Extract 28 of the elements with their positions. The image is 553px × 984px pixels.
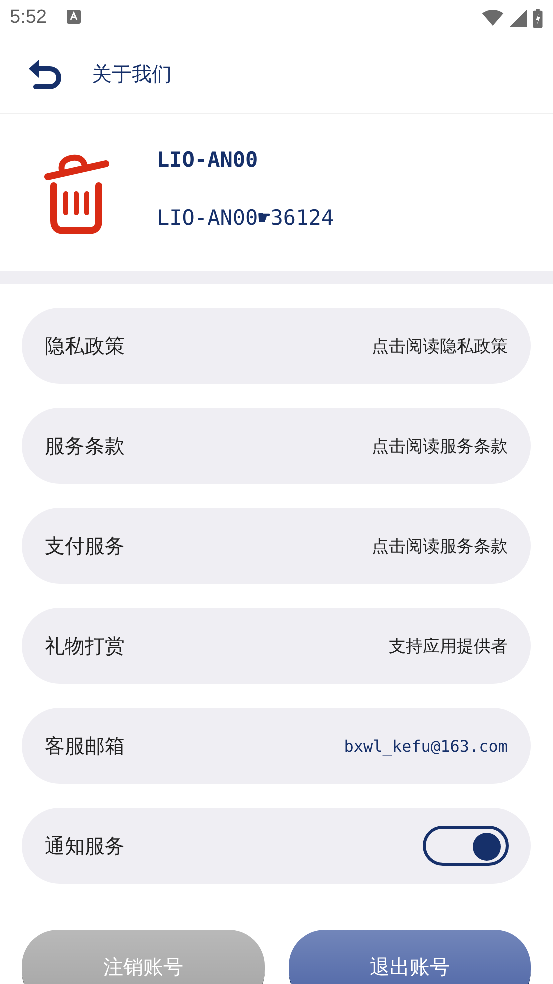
row-label: 礼物打赏 bbox=[45, 632, 125, 660]
logout-button[interactable]: 退出账号 bbox=[288, 930, 531, 984]
page-title: 关于我们 bbox=[92, 61, 172, 88]
link-row[interactable]: 礼物打赏 支持应用提供者 bbox=[22, 608, 531, 684]
link-row[interactable]: 客服邮箱 bxwl_kefu@163.com bbox=[22, 708, 531, 784]
trash-icon bbox=[44, 152, 110, 236]
battery-icon bbox=[533, 8, 543, 28]
row-label: 服务条款 bbox=[45, 432, 125, 460]
row-label: 支付服务 bbox=[45, 532, 125, 560]
back-icon[interactable] bbox=[28, 58, 62, 90]
keyboard-icon bbox=[66, 10, 81, 24]
row-label: 隐私政策 bbox=[45, 332, 125, 360]
row-value: 点击阅读隐私政策 bbox=[372, 336, 508, 358]
email-address: bxwl_kefu@163.com bbox=[344, 736, 508, 756]
wifi-icon bbox=[482, 10, 504, 26]
row-value: 点击阅读服务条款 bbox=[372, 536, 508, 558]
signal-icon bbox=[510, 10, 527, 26]
app-name: LIO-AN00 bbox=[157, 148, 260, 172]
row-label: 通知服务 bbox=[45, 832, 125, 860]
status-time: 5:52 bbox=[10, 7, 47, 29]
row-value: 点击阅读服务条款 bbox=[372, 436, 508, 458]
link-row[interactable]: 支付服务 点击阅读服务条款 bbox=[22, 508, 531, 584]
link-row[interactable]: 隐私政策 点击阅读隐私政策 bbox=[22, 308, 531, 384]
row-value: 支持应用提供者 bbox=[389, 636, 508, 658]
toggle-switch[interactable] bbox=[423, 826, 509, 866]
row-label: 客服邮箱 bbox=[45, 732, 125, 760]
link-row[interactable]: 服务条款 点击阅读服务条款 bbox=[22, 408, 531, 484]
app-version: LIO-AN00☛36124 bbox=[157, 206, 334, 230]
